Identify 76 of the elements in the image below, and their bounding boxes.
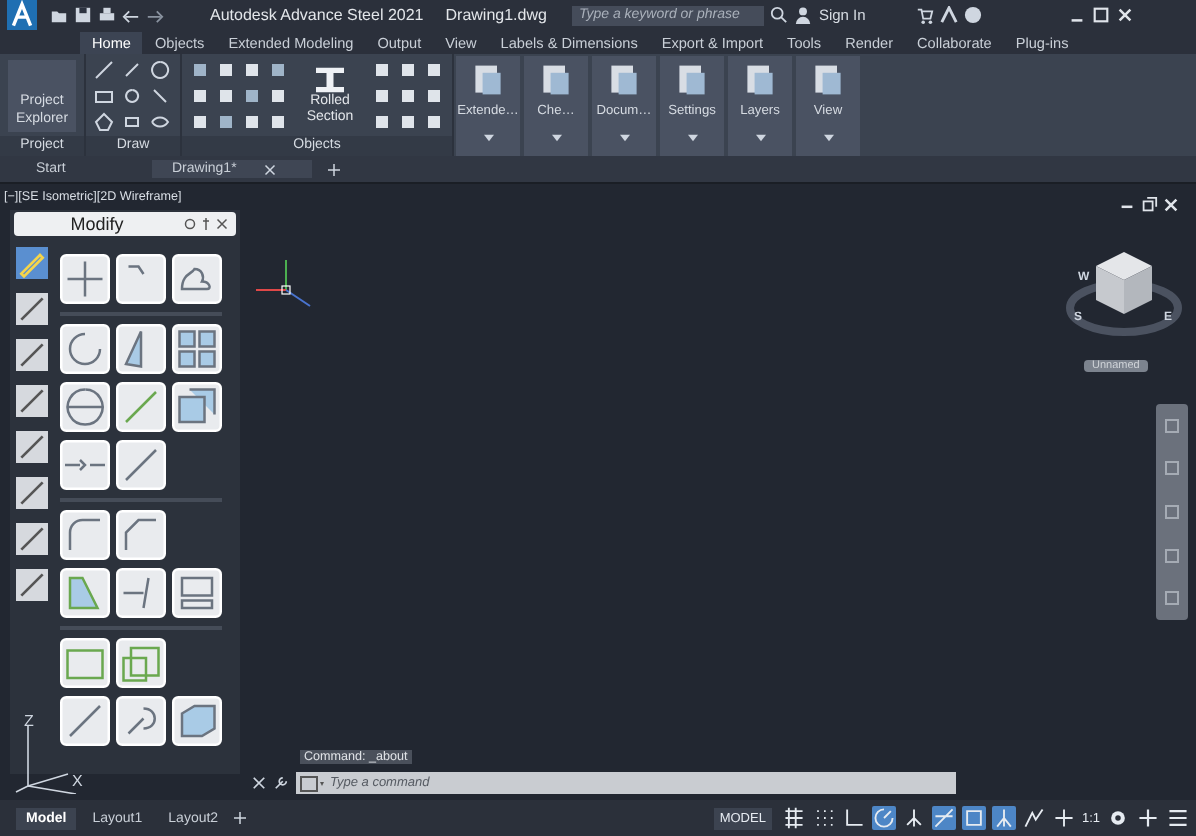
status-toggle-icon[interactable] <box>871 806 896 830</box>
palette-tab-icon[interactable] <box>16 338 48 372</box>
modify-tool-icon[interactable] <box>60 696 110 746</box>
palette-tab-icon[interactable] <box>16 246 48 280</box>
document-stack-icon <box>742 62 778 98</box>
open-icon[interactable] <box>50 6 68 24</box>
document-stack-icon <box>674 62 710 98</box>
modify-tool-icon[interactable] <box>60 568 110 618</box>
modify-tool-icon[interactable] <box>116 440 166 490</box>
document-stack-icon <box>606 62 642 98</box>
triangle-a-icon[interactable] <box>939 6 958 24</box>
dropdown-caret-icon[interactable] <box>551 134 561 142</box>
palette-tab-icon[interactable] <box>16 384 48 418</box>
pin-icon[interactable] <box>200 218 212 230</box>
status-toggle-icon[interactable] <box>811 806 836 830</box>
modify-tool-icon[interactable] <box>60 382 110 432</box>
modify-tool-icon[interactable] <box>172 382 222 432</box>
modify-tool-icon[interactable] <box>116 324 166 374</box>
plus-icon[interactable] <box>1136 806 1160 830</box>
status-toggle-icon[interactable] <box>961 806 986 830</box>
i-beam-icon[interactable] <box>312 65 348 93</box>
status-toggle-icon[interactable] <box>1021 806 1046 830</box>
modify-tool-icon[interactable] <box>172 254 222 304</box>
menu-icon[interactable] <box>1166 806 1190 830</box>
modify-tool-icon[interactable] <box>116 510 166 560</box>
redo-icon[interactable] <box>146 6 164 24</box>
window-title: Autodesk Advance Steel 2021 <box>210 6 424 24</box>
wrench-icon[interactable] <box>274 776 288 790</box>
axis-label: X <box>72 772 83 790</box>
dropdown-caret-icon[interactable] <box>483 134 493 142</box>
modify-tool-icon[interactable] <box>60 440 110 490</box>
palette-tab-icon[interactable] <box>16 522 48 556</box>
palette-tab-icon[interactable] <box>16 476 48 510</box>
modify-tool-icon[interactable] <box>60 510 110 560</box>
add-icon[interactable] <box>328 163 340 175</box>
undo-icon[interactable] <box>122 6 140 24</box>
status-toggle-icon[interactable] <box>1051 806 1076 830</box>
modify-tool-icon[interactable] <box>60 254 110 304</box>
status-toggle-icon[interactable] <box>781 806 806 830</box>
status-toggle-icon[interactable] <box>841 806 866 830</box>
prompt-menu-icon[interactable] <box>300 775 324 791</box>
modify-tool-icon[interactable] <box>172 324 222 374</box>
axis-label: Z <box>24 712 34 730</box>
dropdown-caret-icon[interactable] <box>687 134 697 142</box>
settings-icon[interactable] <box>184 218 196 230</box>
status-toggle-icon[interactable] <box>931 806 956 830</box>
dropdown-caret-icon[interactable] <box>823 134 833 142</box>
document-name: Drawing1.dwg <box>445 6 547 24</box>
add-icon[interactable] <box>234 812 247 824</box>
palette-tab-icon[interactable] <box>16 292 48 326</box>
modify-tool-icon[interactable] <box>116 382 166 432</box>
save-icon[interactable] <box>74 6 92 24</box>
modify-tool-icon[interactable] <box>172 568 222 618</box>
modify-tool-icon[interactable] <box>60 638 110 688</box>
user-icon <box>794 6 813 24</box>
restore-icon[interactable] <box>1140 196 1158 214</box>
maximize-icon[interactable] <box>1091 6 1110 24</box>
modify-tool-icon[interactable] <box>116 254 166 304</box>
cart-icon[interactable] <box>915 6 934 24</box>
search-icon[interactable] <box>770 6 789 24</box>
modify-tool-icon[interactable] <box>116 638 166 688</box>
modify-tool-icon[interactable] <box>116 568 166 618</box>
status-toggle-icon[interactable] <box>991 806 1016 830</box>
document-stack-icon <box>538 62 574 98</box>
print-icon[interactable] <box>98 6 116 24</box>
palette-tab-icon[interactable] <box>16 430 48 464</box>
status-toggle-icon[interactable] <box>901 806 926 830</box>
modify-tool-icon[interactable] <box>172 696 222 746</box>
modify-tool-icon[interactable] <box>60 324 110 374</box>
dropdown-caret-icon[interactable] <box>619 134 629 142</box>
palette-tab-icon[interactable] <box>16 568 48 602</box>
modify-tool-icon[interactable] <box>116 696 166 746</box>
document-stack-icon <box>470 62 506 98</box>
document-stack-icon <box>810 62 846 98</box>
close-icon[interactable] <box>216 218 228 230</box>
dropdown-caret-icon[interactable] <box>755 134 765 142</box>
